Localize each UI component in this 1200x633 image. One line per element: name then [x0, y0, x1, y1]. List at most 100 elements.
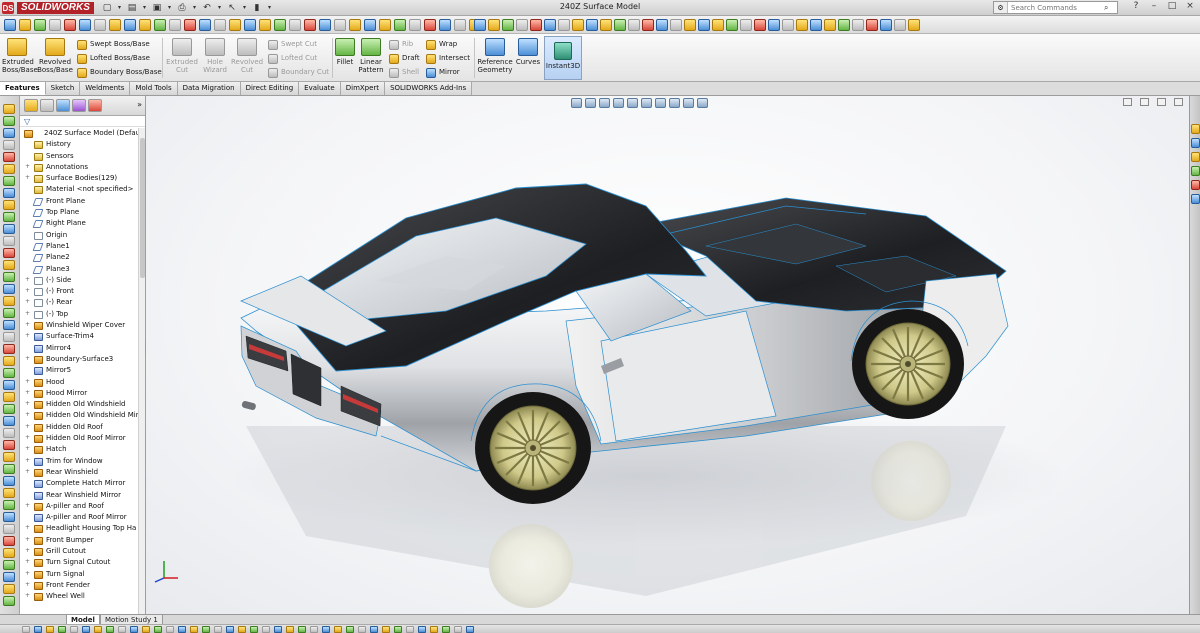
- status-bar-tool-icon[interactable]: [178, 626, 186, 633]
- expand-toggle-icon[interactable]: +: [24, 276, 31, 284]
- toolbar-tool-icon[interactable]: [379, 19, 391, 31]
- print-button[interactable]: ⎙: [175, 1, 189, 14]
- status-bar-tool-icon[interactable]: [274, 626, 282, 633]
- toolbar-tool-icon[interactable]: [454, 19, 466, 31]
- expand-toggle-icon[interactable]: +: [24, 570, 31, 578]
- status-bar-tool-icon[interactable]: [166, 626, 174, 633]
- toolbar-tool-icon[interactable]: [572, 19, 584, 31]
- toolbar-tool-icon[interactable]: [169, 19, 181, 31]
- toolbar-tool-icon[interactable]: [244, 19, 256, 31]
- tab-dimxpert[interactable]: DimXpert: [340, 82, 386, 95]
- toolbar-tool-icon[interactable]: [516, 19, 528, 31]
- toolbar-tool-icon[interactable]: [698, 19, 710, 31]
- tree-item[interactable]: Right Plane: [20, 218, 138, 229]
- tree-filter[interactable]: ▽: [20, 116, 145, 127]
- tab-solidworks-add-ins[interactable]: SOLIDWORKS Add-Ins: [385, 82, 473, 95]
- expand-toggle-icon[interactable]: [24, 492, 31, 499]
- status-bar-tool-icon[interactable]: [454, 626, 462, 633]
- toolbar-tool-icon[interactable]: [424, 19, 436, 31]
- expand-toggle-icon[interactable]: [24, 220, 31, 227]
- toolbar-tool-icon[interactable]: [754, 19, 766, 31]
- hole-wizard-button[interactable]: Hole Wizard: [200, 38, 230, 74]
- toolbar-tool-icon[interactable]: [656, 19, 668, 31]
- toolbar-tool-icon[interactable]: [349, 19, 361, 31]
- status-bar-tool-icon[interactable]: [358, 626, 366, 633]
- solidworks-resources-icon[interactable]: [1191, 124, 1200, 134]
- status-bar-tool-icon[interactable]: [250, 626, 258, 633]
- linear-pattern-button[interactable]: Linear Pattern: [357, 38, 385, 74]
- extruded-boss-button[interactable]: Extruded Boss/Base: [2, 38, 38, 74]
- sketch-tool-icon[interactable]: [3, 224, 15, 234]
- status-bar-tool-icon[interactable]: [58, 626, 66, 633]
- save-file-menu-dropdown[interactable]: ▾: [166, 1, 173, 14]
- status-bar-tool-icon[interactable]: [46, 626, 54, 633]
- sketch-tool-icon[interactable]: [3, 524, 15, 534]
- sketch-tool-icon[interactable]: [3, 428, 15, 438]
- status-bar-tool-icon[interactable]: [130, 626, 138, 633]
- sketch-tool-icon[interactable]: [3, 308, 15, 318]
- tree-item[interactable]: + Annotations: [20, 162, 138, 173]
- sketch-tool-icon[interactable]: [3, 128, 15, 138]
- sketch-tool-icon[interactable]: [3, 560, 15, 570]
- tree-item[interactable]: + Hidden Old Roof Mirror: [20, 433, 138, 444]
- status-bar-tool-icon[interactable]: [34, 626, 42, 633]
- expand-toggle-icon[interactable]: +: [24, 423, 31, 431]
- toolbar-tool-icon[interactable]: [34, 19, 46, 31]
- toolbar-tool-icon[interactable]: [139, 19, 151, 31]
- display-manager-tab[interactable]: [88, 99, 102, 112]
- status-bar-tool-icon[interactable]: [298, 626, 306, 633]
- expand-toggle-icon[interactable]: +: [24, 299, 31, 306]
- toolbar-tool-icon[interactable]: [586, 19, 598, 31]
- status-bar-tool-icon[interactable]: [334, 626, 342, 633]
- view-palette-icon[interactable]: [1191, 166, 1200, 176]
- expand-toggle-icon[interactable]: [24, 243, 31, 250]
- tree-root-item[interactable]: 240Z Surface Model (Default<: [20, 128, 138, 139]
- toolbar-tool-icon[interactable]: [782, 19, 794, 31]
- rebuild-menu-dropdown[interactable]: ▾: [266, 1, 273, 14]
- toolbar-tool-icon[interactable]: [726, 19, 738, 31]
- solidworks-logo[interactable]: DS SOLIDWORKS: [2, 2, 94, 14]
- tree-item[interactable]: Top Plane: [20, 207, 138, 218]
- expand-toggle-icon[interactable]: [24, 209, 31, 216]
- tree-item[interactable]: + Front Bumper: [20, 535, 138, 546]
- expand-toggle-icon[interactable]: +: [24, 435, 31, 442]
- close-button[interactable]: ×: [1184, 1, 1196, 11]
- sketch-tool-icon[interactable]: [3, 104, 15, 114]
- expand-toggle-icon[interactable]: +: [24, 288, 31, 295]
- toolbar-tool-icon[interactable]: [274, 19, 286, 31]
- toolbar-tool-icon[interactable]: [364, 19, 376, 31]
- tree-item[interactable]: Mirror4: [20, 343, 138, 354]
- status-bar-tool-icon[interactable]: [370, 626, 378, 633]
- expand-toggle-icon[interactable]: +: [24, 593, 31, 600]
- sketch-tool-icon[interactable]: [3, 572, 15, 582]
- sketch-tool-icon[interactable]: [3, 392, 15, 402]
- tree-item[interactable]: + Front Fender: [20, 580, 138, 591]
- tree-item[interactable]: + Hidden Old Windshield Mir: [20, 410, 138, 421]
- save-file-button[interactable]: ▣: [150, 1, 164, 14]
- print-menu-dropdown[interactable]: ▾: [191, 1, 198, 14]
- sketch-tool-icon[interactable]: [3, 188, 15, 198]
- toolbar-tool-icon[interactable]: [474, 19, 486, 31]
- toolbar-tool-icon[interactable]: [214, 19, 226, 31]
- sketch-tool-icon[interactable]: [3, 212, 15, 222]
- expand-toggle-icon[interactable]: +: [24, 457, 31, 465]
- toolbar-tool-icon[interactable]: [289, 19, 301, 31]
- file-explorer-icon[interactable]: [1191, 152, 1200, 162]
- expand-toggle-icon[interactable]: [24, 367, 31, 374]
- status-bar-tool-icon[interactable]: [226, 626, 234, 633]
- expand-toggle-icon[interactable]: [24, 480, 31, 487]
- status-bar-tool-icon[interactable]: [418, 626, 426, 633]
- expand-toggle-icon[interactable]: +: [24, 378, 31, 386]
- tree-item[interactable]: + (-) Side: [20, 275, 138, 286]
- expand-toggle-icon[interactable]: +: [24, 175, 31, 182]
- status-bar-tool-icon[interactable]: [82, 626, 90, 633]
- tree-item[interactable]: Plane2: [20, 252, 138, 263]
- expand-toggle-icon[interactable]: +: [24, 559, 31, 566]
- toolbar-tool-icon[interactable]: [908, 19, 920, 31]
- tree-item[interactable]: History: [20, 139, 138, 150]
- toolbar-tool-icon[interactable]: [852, 19, 864, 31]
- toolbar-tool-icon[interactable]: [740, 19, 752, 31]
- appearances-icon[interactable]: [1191, 180, 1200, 190]
- status-bar-tool-icon[interactable]: [466, 626, 474, 633]
- toolbar-tool-icon[interactable]: [154, 19, 166, 31]
